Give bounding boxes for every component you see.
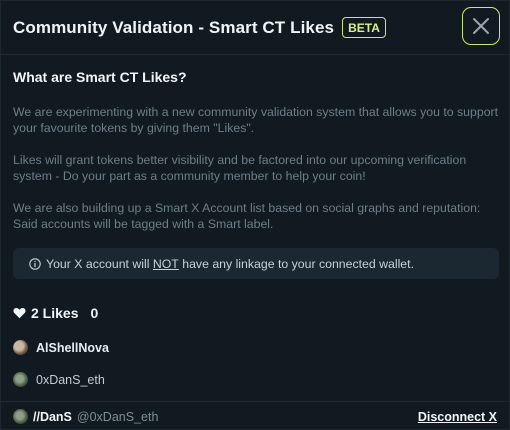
beta-badge: BETA bbox=[342, 17, 386, 38]
avatar bbox=[13, 409, 28, 424]
section-heading: What are Smart CT Likes? bbox=[13, 69, 187, 85]
account-handle: @0xDanS_eth bbox=[76, 409, 159, 424]
likes-count: 2 Likes bbox=[31, 305, 79, 321]
likes-summary: 2 Likes 0 bbox=[13, 305, 98, 321]
liker-name: 0xDanS_eth bbox=[36, 372, 105, 387]
visibility-paragraph: Likes will grant tokens better visibilit… bbox=[13, 153, 467, 183]
account-display-name: //DanS bbox=[33, 409, 72, 424]
smart-account-paragraph: We are also building up a Smart X Accoun… bbox=[13, 201, 481, 231]
info-icon bbox=[29, 257, 41, 270]
modal-header: Community Validation - Smart CT Likes BE… bbox=[1, 1, 509, 55]
modal-title: Community Validation - Smart CT Likes bbox=[13, 17, 335, 37]
notice-suffix: have any linkage to your connected walle… bbox=[178, 256, 414, 271]
avatar bbox=[13, 340, 28, 355]
liker-name: AlShellNova bbox=[36, 340, 109, 355]
notice-emphasis: NOT bbox=[152, 256, 179, 271]
avatar bbox=[13, 372, 28, 387]
account-footer: //DanS @0xDanS_eth Disconnect X bbox=[1, 401, 509, 430]
heart-icon[interactable] bbox=[13, 307, 26, 319]
liker-row[interactable]: AlShellNova bbox=[13, 340, 109, 355]
smart-ct-likes-modal: Community Validation - Smart CT Likes BE… bbox=[0, 0, 510, 430]
secondary-count: 0 bbox=[90, 305, 99, 321]
close-icon bbox=[472, 17, 490, 35]
disconnect-x-link[interactable]: Disconnect X bbox=[418, 410, 497, 424]
liker-row[interactable]: 0xDanS_eth bbox=[13, 372, 105, 387]
privacy-notice: Your X account will NOT have any linkage… bbox=[13, 248, 499, 279]
notice-prefix: Your X account will bbox=[46, 256, 153, 271]
close-button[interactable] bbox=[462, 7, 500, 45]
intro-paragraph: We are experimenting with a new communit… bbox=[13, 105, 499, 135]
